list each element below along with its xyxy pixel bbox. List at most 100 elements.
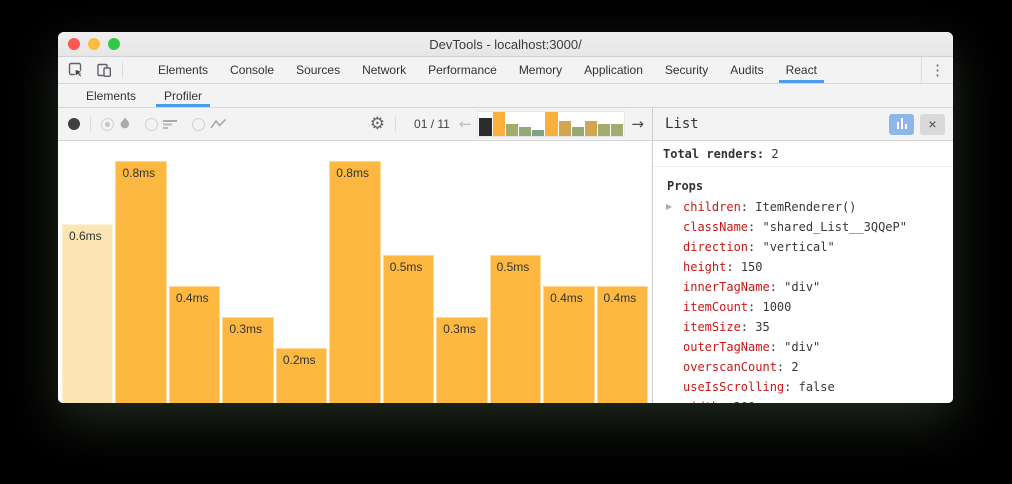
prop-value: 2 (791, 360, 798, 374)
commit-bar-label: 0.2ms (283, 353, 326, 367)
prop-key: direction (683, 240, 748, 254)
window-title: DevTools - localhost:3000/ (58, 37, 953, 52)
selected-component-name: List (665, 116, 699, 132)
prev-snapshot-arrow[interactable]: ← (456, 117, 475, 132)
commit-bar-label: 0.4ms (604, 291, 647, 305)
subtab-elements[interactable]: Elements (72, 84, 150, 107)
minimap-bar[interactable] (585, 121, 597, 136)
minimap-bar[interactable] (519, 127, 531, 136)
prop-key: useIsScrolling (683, 380, 784, 394)
commit-bar-label: 0.4ms (176, 291, 219, 305)
commit-bar[interactable]: 0.4ms (597, 286, 648, 403)
toolbar-divider (90, 116, 91, 132)
device-toolbar-icon[interactable] (94, 60, 114, 80)
commit-bar[interactable]: 0.4ms (543, 286, 594, 403)
commit-bar-label: 0.5ms (497, 260, 540, 274)
prop-key: itemCount (683, 300, 748, 314)
minimap-bar[interactable] (532, 130, 544, 136)
toolbar-divider (395, 116, 396, 132)
titlebar: DevTools - localhost:3000/ (58, 32, 953, 57)
minimap-bar[interactable] (545, 112, 557, 136)
prop-key: overscanCount (683, 360, 777, 374)
prop-value: 150 (741, 260, 763, 274)
next-snapshot-arrow[interactable]: → (628, 117, 647, 132)
minimap-bar[interactable] (572, 127, 584, 136)
total-renders-label: Total renders: (663, 147, 764, 161)
commit-bar-label: 0.3ms (229, 322, 272, 336)
tab-memory[interactable]: Memory (508, 57, 573, 83)
tab-network[interactable]: Network (351, 57, 417, 83)
prop-value: 35 (755, 320, 769, 334)
ranked-radio[interactable] (145, 118, 158, 131)
prop-value: false (799, 380, 835, 394)
minimap-bar-selected[interactable] (479, 118, 491, 136)
ranked-view-option[interactable] (145, 118, 178, 131)
tab-security[interactable]: Security (654, 57, 719, 83)
expand-triangle-icon[interactable]: ▶ (666, 197, 672, 217)
minimap-bar[interactable] (598, 124, 610, 136)
prop-value: "div" (784, 280, 820, 294)
commit-bar-label: 0.4ms (550, 291, 593, 305)
flamegraph-view-option[interactable] (101, 117, 131, 131)
commit-bar-label: 0.5ms (390, 260, 433, 274)
flame-icon (119, 117, 131, 131)
commit-bar[interactable]: 0.3ms (436, 317, 487, 403)
commit-bar[interactable]: 0.8ms (329, 161, 380, 403)
interactions-view-option[interactable] (192, 118, 227, 131)
minimap-bar[interactable] (559, 121, 571, 136)
inspect-element-icon[interactable] (66, 60, 86, 80)
commit-bar[interactable]: 0.2ms (276, 348, 327, 403)
minimap-bar[interactable] (506, 124, 518, 136)
settings-gear-icon[interactable]: ⚙ (370, 116, 385, 133)
devtools-menu-area: ⋮ (921, 57, 953, 83)
commit-bar[interactable]: 0.8ms (115, 161, 166, 403)
tab-performance[interactable]: Performance (417, 57, 508, 83)
commit-bar[interactable]: 0.6ms (62, 224, 113, 403)
prop-value: "shared_List__3QQeP" (762, 220, 907, 234)
prop-key: children (683, 200, 741, 214)
ranked-chart-icon (163, 118, 178, 130)
tab-console[interactable]: Console (219, 57, 285, 83)
devtools-window: DevTools - localhost:3000/ ElementsConso… (58, 32, 953, 403)
react-subtabbar: ElementsProfiler (58, 84, 953, 108)
commit-bar[interactable]: 0.4ms (169, 286, 220, 403)
prop-key: outerTagName (683, 340, 770, 354)
devtools-tool-icons (58, 57, 133, 83)
tab-sources[interactable]: Sources (285, 57, 351, 83)
prop-row-children[interactable]: ▶children: ItemRenderer() (653, 197, 953, 217)
prop-value: "div" (784, 340, 820, 354)
tab-application[interactable]: Application (573, 57, 654, 83)
profiler-toolbar: ⚙ 01 / 11 ← → (58, 108, 652, 141)
minimap-bar[interactable] (493, 112, 505, 136)
close-sidebar-button[interactable]: × (920, 114, 945, 135)
props-list: ▶children: ItemRenderer()className: "sha… (653, 197, 953, 403)
prop-value: "vertical" (762, 240, 834, 254)
commit-bar[interactable]: 0.5ms (383, 255, 434, 403)
prop-value: 1000 (762, 300, 791, 314)
render-chart-button[interactable] (889, 114, 914, 135)
interactions-radio[interactable] (192, 118, 205, 131)
commit-bar[interactable]: 0.3ms (222, 317, 273, 403)
record-button[interactable] (68, 118, 80, 130)
subtab-profiler[interactable]: Profiler (150, 84, 216, 107)
commit-bar-label: 0.8ms (122, 166, 165, 180)
prop-row-itemCount: itemCount: 1000 (653, 297, 953, 317)
tab-elements[interactable]: Elements (147, 57, 219, 83)
prop-key: innerTagName (683, 280, 770, 294)
minimap-bar[interactable] (611, 124, 623, 136)
prop-row-width: width: 300 (653, 397, 953, 403)
commit-bar-label: 0.8ms (336, 166, 379, 180)
commit-bar-label: 0.3ms (443, 322, 486, 336)
snapshot-minimap[interactable] (477, 111, 625, 137)
kebab-menu-icon[interactable]: ⋮ (930, 63, 945, 78)
commit-bar[interactable]: 0.5ms (490, 255, 541, 403)
prop-key: width (683, 400, 719, 403)
prop-row-outerTagName: outerTagName: "div" (653, 337, 953, 357)
tab-audits[interactable]: Audits (719, 57, 774, 83)
flamegraph-radio[interactable] (101, 118, 114, 131)
prop-row-itemSize: itemSize: 35 (653, 317, 953, 337)
snapshot-counter: 01 / 11 (414, 117, 450, 131)
tab-react[interactable]: React (775, 57, 828, 83)
commit-bar-label: 0.6ms (69, 229, 112, 243)
prop-key: className (683, 220, 748, 234)
